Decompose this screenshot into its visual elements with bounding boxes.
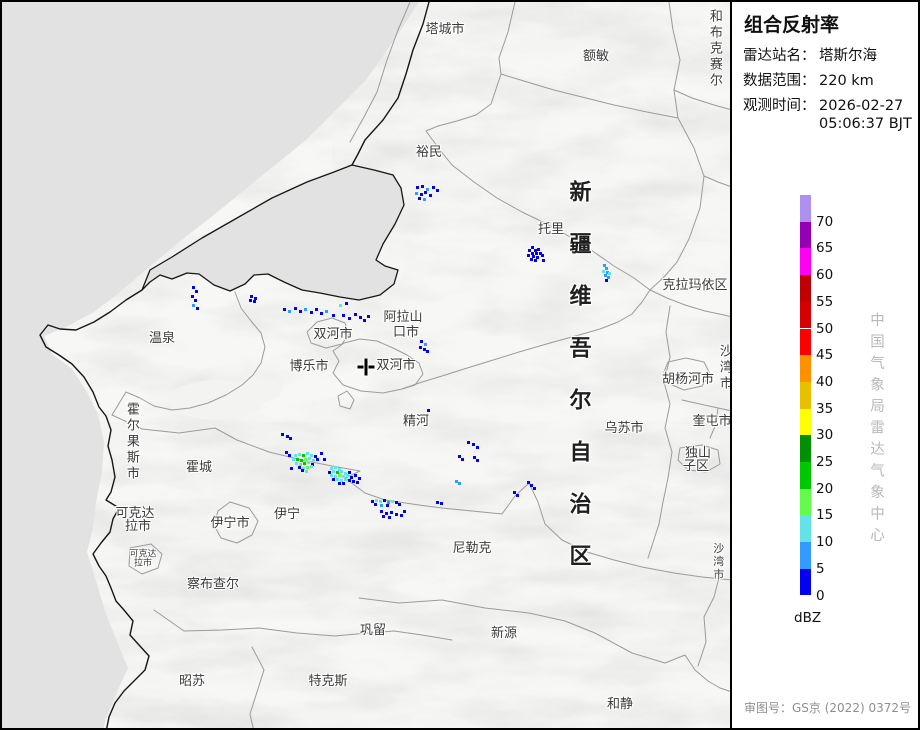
radar-map: 塔城市额敏和布克赛尔裕民托里新疆维吾尔自治区克拉玛依区温泉双河市阿拉山口市博乐市… (2, 2, 730, 728)
legend-swatch (800, 222, 811, 249)
legend-swatch (800, 515, 811, 542)
station-value: 塔斯尔海 (819, 48, 877, 64)
legend-swatch (800, 542, 811, 569)
time-time: 05:06:37 BJT (819, 116, 912, 132)
legend-swatch (800, 489, 811, 516)
legend-swatch (800, 435, 811, 462)
legend-swatch (800, 382, 811, 409)
legend-tick-label: 5 (816, 561, 825, 577)
time-label: 观测时间： (743, 94, 819, 115)
time-date: 2026-02-27 (819, 98, 903, 114)
station-row: 雷达站名：塔斯尔海 (743, 44, 877, 65)
station-label: 雷达站名： (743, 44, 819, 65)
legend-tick-label: 65 (816, 240, 833, 256)
legend-tick-label: 20 (816, 481, 833, 497)
legend-swatch (800, 302, 811, 329)
legend-tick-label: 45 (816, 347, 833, 363)
legend-tick-label: 50 (816, 321, 833, 337)
legend-swatch (800, 329, 811, 356)
legend-tick-label: 35 (816, 401, 833, 417)
time-row: 观测时间：2026-02-27 (743, 94, 903, 115)
basemap (2, 2, 730, 728)
legend-tick-label: 30 (816, 427, 833, 443)
radar-product-window: 塔城市额敏和布克赛尔裕民托里新疆维吾尔自治区克拉玛依区温泉双河市阿拉山口市博乐市… (0, 0, 920, 730)
range-value: 220 km (819, 73, 874, 89)
legend-tick-label: 25 (816, 454, 833, 470)
legend-swatch (800, 462, 811, 489)
legend-tick-label: 0 (816, 588, 825, 604)
legend-tick-label: 40 (816, 374, 833, 390)
legend-swatch (800, 195, 811, 222)
legend-swatch (800, 569, 811, 596)
legend-tick-label: 60 (816, 267, 833, 283)
legend-swatch (800, 248, 811, 275)
legend-tick-label: 55 (816, 294, 833, 310)
legend-swatch (800, 275, 811, 302)
legend-swatch (800, 409, 811, 436)
legend-unit: dBZ (794, 610, 821, 626)
range-row: 数据范围：220 km (743, 69, 874, 90)
legend-swatch (800, 355, 811, 382)
range-label: 数据范围： (743, 69, 819, 90)
product-title: 组合反射率 (744, 10, 839, 37)
watermark-text: 中国气象局雷达气象中心 (866, 312, 887, 549)
legend-tick-label: 70 (816, 214, 833, 230)
info-panel: 组合反射率 雷达站名：塔斯尔海 数据范围：220 km 观测时间：2026-02… (730, 2, 920, 728)
map-approval-number: 审图号：GS京 (2022) 0372号 (744, 699, 911, 716)
legend-tick-label: 10 (816, 534, 833, 550)
legend-tick-label: 15 (816, 507, 833, 523)
